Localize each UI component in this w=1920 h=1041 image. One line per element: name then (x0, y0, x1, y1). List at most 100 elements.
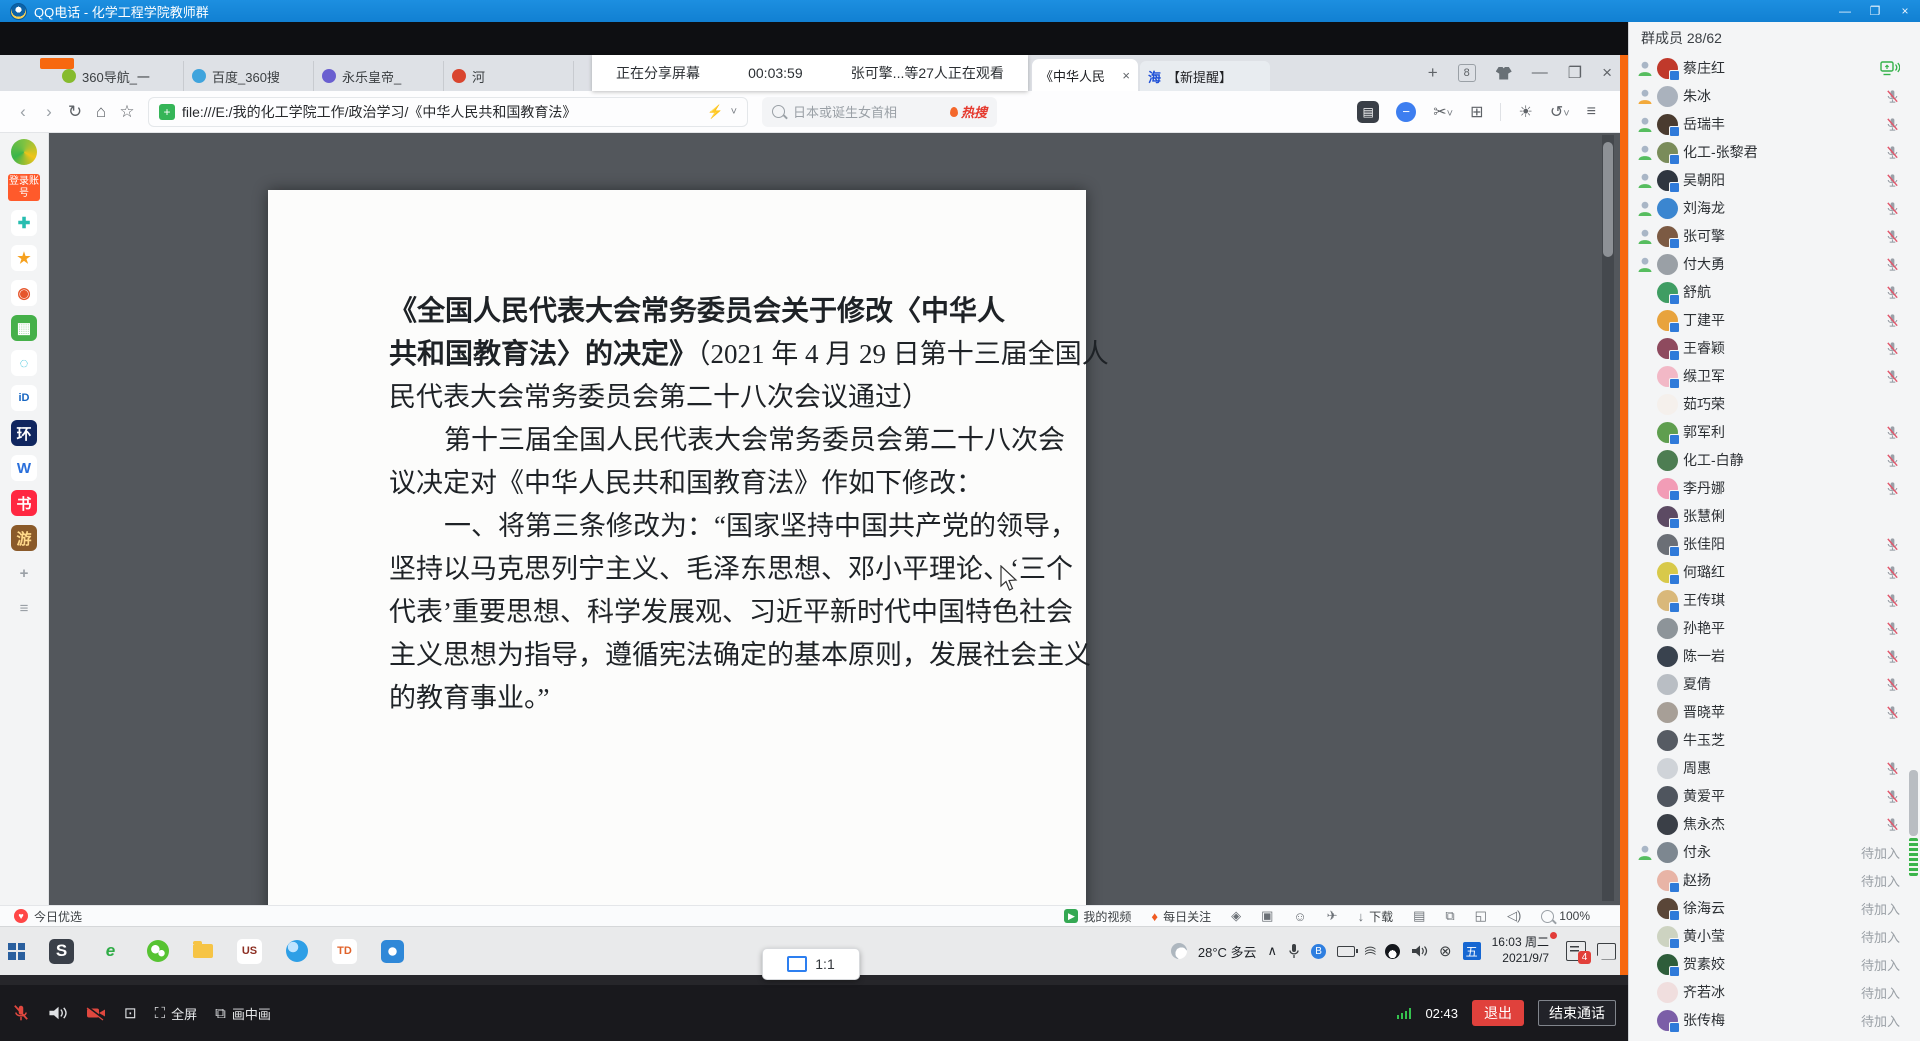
member-row[interactable]: 焦永杰 (1629, 810, 1920, 838)
bottombar-item-6[interactable]: ↓下载 (1358, 908, 1394, 925)
address-bar[interactable]: + file:///E:/我的化工学院工作/政治学习/《中华人民共和国教育法》 … (148, 97, 748, 127)
sidebar-scrollbar-thumb[interactable] (1909, 770, 1918, 836)
tab-count-badge[interactable]: 8 (1458, 64, 1476, 82)
eject-icon[interactable]: ⊗ (1439, 942, 1452, 960)
member-row[interactable]: 贺素姣待加入 (1629, 950, 1920, 978)
bottombar-item-5[interactable]: ✈ (1327, 908, 1338, 924)
scissors-icon[interactable]: ✂˅ (1433, 102, 1453, 122)
dock-edu-site-icon[interactable]: 环 (11, 420, 37, 446)
member-row[interactable]: 王睿颖 (1629, 334, 1920, 362)
taskbar-camera-app-icon[interactable] (381, 940, 404, 963)
scrollbar[interactable] (1602, 135, 1614, 901)
bottombar-item-1[interactable]: ♦每日关注 (1151, 908, 1211, 925)
member-row[interactable]: 岳瑞丰 (1629, 110, 1920, 138)
pip-button[interactable]: ⧉ 画中画 (215, 1004, 271, 1023)
search-box[interactable]: 日本或诞生女首相 热搜 (762, 97, 997, 127)
window-minimize-button[interactable]: — (1830, 0, 1860, 22)
member-row[interactable]: 徐海云待加入 (1629, 894, 1920, 922)
member-row[interactable]: 刘海龙 (1629, 194, 1920, 222)
taskbar-360-search-icon[interactable]: S (49, 939, 74, 964)
tray-expand-icon[interactable]: ∧ (1268, 943, 1278, 959)
exit-button[interactable]: 退出 (1472, 1000, 1524, 1026)
bottombar-item-7[interactable]: ▤ (1413, 908, 1425, 924)
member-row[interactable]: 茹巧荣 (1629, 390, 1920, 418)
search-placeholder[interactable]: 日本或诞生女首相 (793, 102, 942, 121)
bottombar-item-8[interactable]: ⧉ (1445, 908, 1454, 924)
bottombar-item-11[interactable]: 100% (1541, 909, 1590, 923)
notification-icon[interactable]: 4 (1566, 941, 1586, 961)
tab-active-education-law[interactable]: 《中华人民 × (1032, 59, 1138, 91)
bluetooth-icon[interactable]: B (1311, 944, 1326, 959)
tab-3[interactable]: 河 (444, 61, 574, 91)
member-row[interactable]: 张慧俐 (1629, 502, 1920, 530)
member-row[interactable]: 王传琪 (1629, 586, 1920, 614)
url-text[interactable]: file:///E:/我的化工学院工作/政治学习/《中华人民共和国教育法》 (182, 102, 700, 122)
window-close-button[interactable]: × (1890, 0, 1920, 22)
dock-360-logo[interactable] (11, 139, 37, 165)
share-window-icon[interactable]: ⊡ (124, 1004, 137, 1022)
bottombar-item-2[interactable]: ◈ (1231, 908, 1241, 924)
browser-restore-button[interactable]: ❐ (1568, 63, 1582, 83)
member-row[interactable]: 张传梅待加入 (1629, 1006, 1920, 1034)
member-row[interactable]: 舒航 (1629, 278, 1920, 306)
dock-list-icon[interactable]: ≡ (11, 595, 37, 621)
end-call-button[interactable]: 结束通话 (1538, 1000, 1616, 1026)
apps-grid-icon[interactable]: ⊞ (1470, 102, 1483, 122)
weather-text[interactable]: 28°C 多云 (1198, 942, 1257, 961)
forward-icon[interactable]: › (36, 102, 62, 122)
refresh-icon[interactable]: ↻ (62, 102, 88, 122)
taskbar-wechat-icon[interactable] (147, 940, 169, 962)
speaker-icon[interactable] (48, 1005, 68, 1021)
member-row[interactable]: 张可擎 (1629, 222, 1920, 250)
member-row[interactable]: 周惠 (1629, 754, 1920, 782)
member-row[interactable]: 李丹娜 (1629, 474, 1920, 502)
dock-redbook-icon[interactable]: 书 (11, 490, 37, 516)
today-picks-label[interactable]: 今日优选 (34, 908, 82, 925)
dock-id-app-icon[interactable]: iD (11, 385, 37, 411)
tab-close-icon[interactable]: × (1122, 68, 1130, 83)
taskbar-td-app-icon[interactable]: TD (332, 939, 357, 964)
taskbar-clock[interactable]: 16:03 周二 2021/9/7 (1492, 935, 1555, 966)
taskbar-browser-e-icon[interactable]: e (98, 939, 123, 964)
member-row[interactable]: 缑卫军 (1629, 362, 1920, 390)
dock-weibo-eye-icon[interactable]: ◉ (11, 280, 37, 306)
member-row[interactable]: 化工-白静 (1629, 446, 1920, 474)
member-row[interactable]: 吴朝阳 (1629, 166, 1920, 194)
new-tab-button[interactable]: + (1428, 63, 1438, 83)
member-row[interactable]: 何璐红 (1629, 558, 1920, 586)
member-row[interactable]: 黄小莹待加入 (1629, 922, 1920, 950)
browser-minimize-button[interactable]: — (1532, 64, 1548, 82)
undo-icon[interactable]: ↺˅ (1550, 102, 1570, 122)
bolt-icon[interactable]: ⚡ (707, 104, 723, 120)
bottombar-item-9[interactable]: ◱ (1475, 908, 1487, 924)
bottombar-item-0[interactable]: ▶我的视频 (1064, 908, 1131, 925)
member-row[interactable]: 张佳阳 (1629, 530, 1920, 558)
sidebar-scrollbar[interactable] (1909, 770, 1918, 882)
taskbar-explorer-folder-icon[interactable] (193, 944, 213, 958)
hot-search-label[interactable]: 热搜 (950, 102, 987, 121)
mic-muted-icon[interactable] (12, 1004, 30, 1022)
theme-shirt-icon[interactable] (1496, 67, 1512, 80)
reader-icon[interactable]: ▤ (1357, 101, 1379, 123)
member-row[interactable]: 夏倩 (1629, 670, 1920, 698)
dock-word-w-icon[interactable]: W (11, 455, 37, 481)
dock-circles-icon[interactable]: ◌ (11, 350, 37, 376)
bookmark-star-icon[interactable]: ☆ (114, 102, 140, 122)
ime-indicator[interactable]: 五 (1463, 942, 1481, 960)
browser-close-button[interactable]: × (1602, 63, 1612, 83)
member-row[interactable]: 晋晓苹 (1629, 698, 1920, 726)
member-row[interactable]: 陈一岩 (1629, 642, 1920, 670)
dock-notes-icon[interactable]: ▦ (11, 315, 37, 341)
member-row[interactable]: 朱冰 (1629, 82, 1920, 110)
taskbar-globe-icon[interactable] (286, 940, 308, 962)
fullscreen-button[interactable]: ⛶ 全屏 (155, 1004, 198, 1023)
window-maximize-button[interactable]: ❐ (1860, 0, 1890, 22)
bottombar-item-3[interactable]: ▣ (1261, 908, 1273, 924)
scrollbar-thumb[interactable] (1603, 142, 1613, 257)
member-row[interactable]: 化工-张黎君 (1629, 138, 1920, 166)
adblock-icon[interactable]: − (1396, 102, 1416, 122)
member-row[interactable]: 赵扬待加入 (1629, 866, 1920, 894)
taskbar-start-icon[interactable] (8, 943, 25, 960)
brightness-icon[interactable]: ☀ (1518, 102, 1532, 122)
action-center-icon[interactable] (1597, 943, 1616, 960)
